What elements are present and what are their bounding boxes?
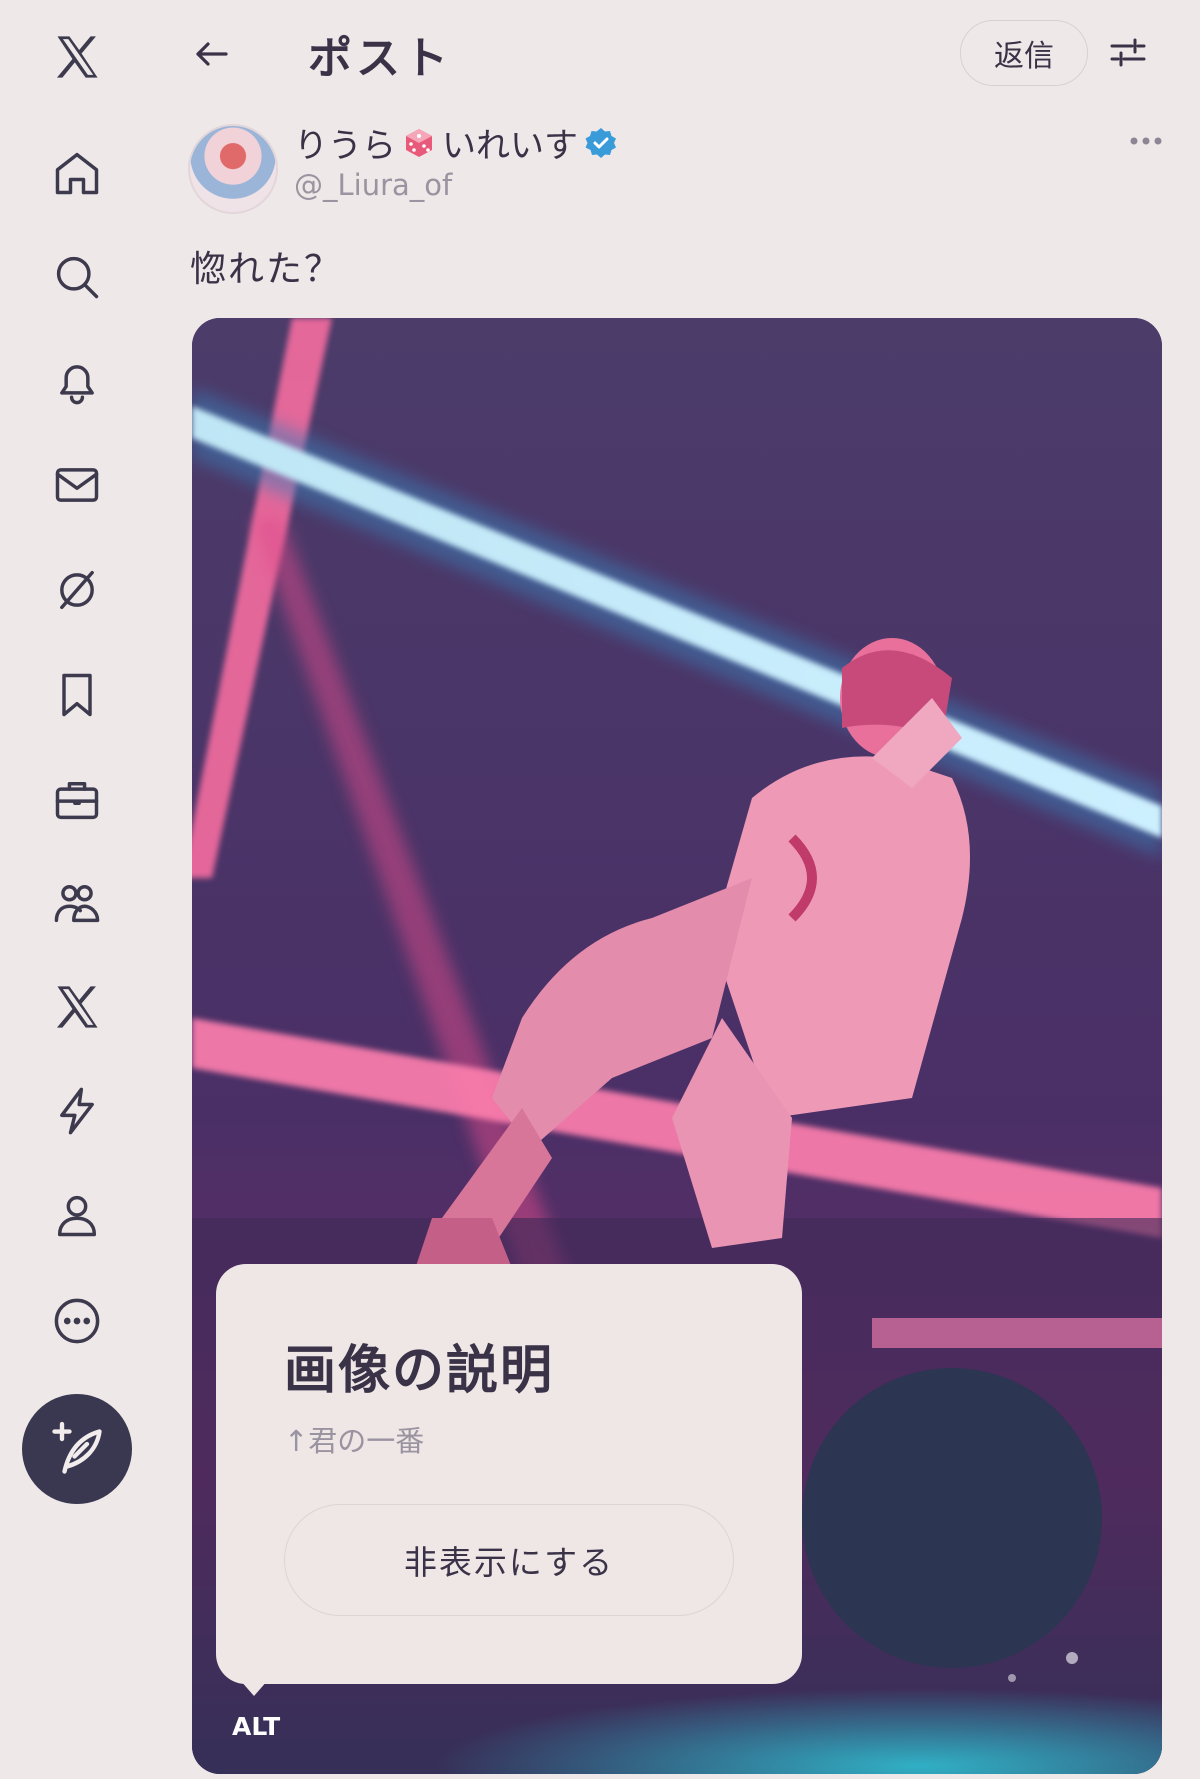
filter-sliders-icon bbox=[1110, 38, 1146, 67]
alt-popup-title: 画像の説明 bbox=[284, 1341, 555, 1401]
page-title: ポスト bbox=[308, 33, 452, 84]
compose-post-button[interactable] bbox=[22, 1394, 132, 1504]
verified-badge-icon bbox=[585, 127, 616, 158]
display-name[interactable]: りうら いれいす bbox=[294, 118, 618, 167]
post-more-button[interactable] bbox=[1126, 126, 1166, 156]
communities-icon[interactable] bbox=[42, 868, 112, 938]
dice-emoji-icon bbox=[406, 128, 432, 157]
avatar[interactable] bbox=[188, 124, 278, 214]
filter-button[interactable] bbox=[1104, 28, 1152, 76]
jobs-icon[interactable] bbox=[42, 765, 112, 835]
hide-alt-button[interactable]: 非表示にする bbox=[284, 1504, 734, 1616]
more-icon[interactable] bbox=[42, 1286, 112, 1356]
alt-badge[interactable]: ALT bbox=[232, 1712, 280, 1741]
post-text: 惚れた？ bbox=[190, 249, 343, 290]
alt-popup-tail bbox=[240, 1680, 268, 1696]
display-name-part1: りうら bbox=[294, 126, 396, 166]
compose-post-icon bbox=[52, 1421, 102, 1474]
home-icon[interactable] bbox=[42, 138, 112, 208]
grok-icon[interactable] bbox=[42, 555, 112, 625]
verified-orgs-icon[interactable] bbox=[42, 1076, 112, 1146]
notifications-icon[interactable] bbox=[42, 346, 112, 416]
more-horizontal-icon bbox=[1130, 137, 1162, 145]
search-icon[interactable] bbox=[42, 242, 112, 312]
sidebar-nav bbox=[0, 0, 155, 1779]
messages-icon[interactable] bbox=[42, 450, 112, 520]
profile-icon[interactable] bbox=[42, 1180, 112, 1250]
alt-text-popup: 画像の説明 ↑君の一番 非表示にする bbox=[216, 1264, 802, 1684]
display-name-part2: いれいす bbox=[442, 126, 578, 166]
back-arrow-icon bbox=[196, 42, 228, 66]
x-logo-icon[interactable] bbox=[42, 22, 112, 92]
reply-button[interactable]: 返信 bbox=[960, 20, 1088, 86]
bookmarks-icon[interactable] bbox=[42, 660, 112, 730]
user-handle[interactable]: @_Liura_of bbox=[294, 168, 452, 202]
alt-description: ↑君の一番 bbox=[284, 1424, 425, 1458]
premium-x-icon[interactable] bbox=[42, 972, 112, 1042]
back-button[interactable] bbox=[186, 28, 238, 80]
